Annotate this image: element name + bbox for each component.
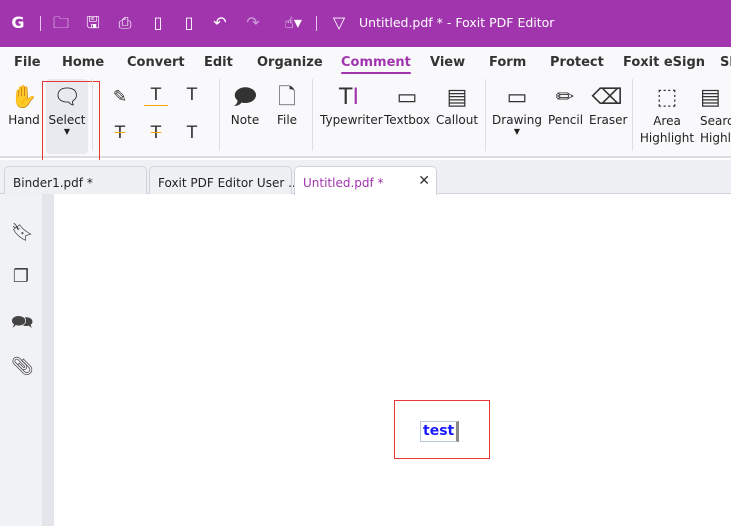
menu-convert[interactable]: Convert [127,55,185,70]
typewriter-icon: TI [339,85,359,110]
highlight-label: Highl [700,131,731,145]
divider [92,79,93,151]
comments-icon[interactable]: 🗪 [11,310,33,340]
pages-icon[interactable]: ❐ [11,266,31,287]
window-title: Untitled.pdf * - Foxit PDF Editor [359,15,555,30]
highlight-label: Highlight [639,131,695,145]
customize-toolbar-icon[interactable]: ▽ [328,12,350,34]
eraser-tool[interactable]: ⌫ Eraser [589,83,628,127]
eraser-label: Eraser [589,113,628,127]
panel-splitter[interactable] [42,194,54,526]
divider [40,16,41,31]
divider [485,79,486,151]
create-from-file-icon[interactable]: ▯ [147,12,169,34]
tab-label: Untitled.pdf * [303,176,384,190]
underline-icon[interactable]: T [180,85,204,105]
save-icon[interactable]: 🖫 [82,12,104,34]
menu-comment[interactable]: Comment [341,55,411,74]
menu-view[interactable]: View [430,55,465,70]
drawing-tool[interactable]: ▭ Drawing ▼ [492,83,542,136]
strikeout-icon[interactable]: T [108,123,132,143]
typewriter-tool[interactable]: TI Typewriter [320,83,383,127]
foxit-logo-icon: G [11,13,25,32]
new-document-icon[interactable]: ▯ [178,12,200,34]
attachment-icon[interactable]: 📎︎ [11,356,34,377]
file-attach-icon: 🗋 [278,85,296,110]
title-bar: G 🗀 🖫 ⎙ ▯ ▯ ↶ ↷ ☝▾ ▽ Untitled.pdf * - Fo… [0,0,731,47]
file-label: File [276,113,298,127]
tab-foxit-user-guide[interactable]: Foxit PDF Editor User ... [149,166,300,194]
replace-text-icon[interactable]: T [144,123,168,143]
menu-edit[interactable]: Edit [204,55,233,70]
hand-label: Hand [8,113,40,127]
highlight-icon[interactable]: ✎ [108,87,132,107]
typewriter-label: Typewriter [320,113,383,127]
pencil-tool[interactable]: ✏ Pencil [548,83,584,127]
undo-icon[interactable]: ↶ [209,12,231,34]
area-highlight-icon: ⬚ [656,85,678,110]
insert-text-icon[interactable]: T [180,123,204,143]
tab-label: Foxit PDF Editor User ... [158,176,300,190]
area-highlight-tool[interactable]: ⬚ Area Highlight [638,83,696,147]
document-tabs: Binder1.pdf * Foxit PDF Editor User ... … [0,160,731,195]
divider [312,79,313,151]
navigation-panel: 🔖︎ ❐ 🗪 📎︎ [0,194,42,526]
area-label: Area [653,114,681,128]
menu-organize[interactable]: Organize [257,55,323,70]
search-highlight-tool[interactable]: ▤ Searc Highl [700,83,731,147]
drawing-label: Drawing [492,113,542,127]
menu-file[interactable]: File [14,55,41,70]
note-tool[interactable]: 🗩 Note [230,83,260,127]
squiggly-icon[interactable]: T [144,85,168,106]
hand-tool[interactable]: ✋ Hand [8,83,40,127]
textbox-label: Textbox [384,113,430,127]
callout-label: Callout [436,113,479,127]
search-label: Searc [700,114,731,128]
textbox-tool[interactable]: ▭ Textbox [384,83,430,127]
redo-icon[interactable]: ↷ [242,12,264,34]
ribbon: File Home Convert Edit Organize Comment … [0,47,731,178]
callout-tool[interactable]: ▤ Callout [436,83,478,127]
divider [316,16,317,31]
search-highlight-icon: ▤ [700,85,721,110]
hand-tool-dropdown-icon[interactable]: ☝▾ [278,12,308,34]
callout-icon: ▤ [446,85,468,110]
open-folder-icon[interactable]: 🗀 [50,12,72,34]
eraser-icon: ⌫ [591,85,623,110]
rectangle-icon: ▭ [506,85,528,110]
menu-form[interactable]: Form [489,55,526,70]
textbox-icon: ▭ [396,85,418,110]
typewriter-text[interactable]: test [420,421,460,442]
menu-foxit-esign[interactable]: Foxit eSign [623,55,705,70]
divider [219,79,220,151]
note-label: Note [230,113,260,127]
close-tab-icon[interactable]: ✕ [418,173,430,189]
print-icon[interactable]: ⎙ [114,12,136,34]
file-tool[interactable]: 🗋 File [274,83,300,127]
bookmark-icon[interactable]: 🔖︎ [11,222,34,243]
hand-icon: ✋ [10,85,38,110]
tab-label: Binder1.pdf * [13,176,93,190]
pencil-label: Pencil [548,113,584,127]
pencil-icon: ✏ [555,85,575,110]
menu-protect[interactable]: Protect [550,55,604,70]
divider [632,79,633,151]
menu-share[interactable]: Sh [720,55,731,70]
tab-binder1[interactable]: Binder1.pdf * [4,166,147,194]
tab-untitled[interactable]: Untitled.pdf * ✕ [294,166,437,195]
menu-home[interactable]: Home [62,55,104,70]
chevron-down-icon: ▼ [513,127,521,136]
note-icon: 🗩 [232,85,258,110]
